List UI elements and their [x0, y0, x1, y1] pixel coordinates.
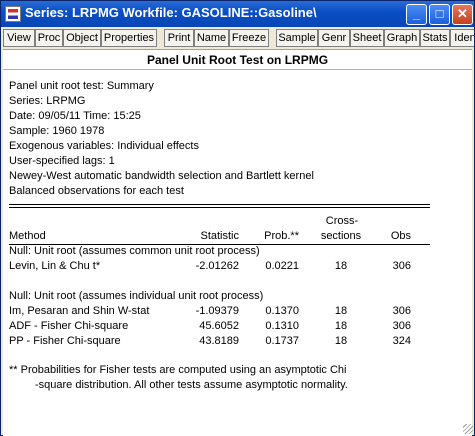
- graph-button[interactable]: Graph: [384, 29, 420, 47]
- row-prob: 0.1370: [265, 305, 299, 317]
- sample-button[interactable]: Sample: [276, 29, 318, 47]
- row-cross: 18: [334, 320, 348, 332]
- footnote-continuation: -square distribution. All other tests as…: [35, 379, 348, 391]
- window-title: Series: LRPMG Workfile: GASOLINE::Gasoli…: [25, 5, 317, 20]
- row-method: PP - Fisher Chi-square: [9, 335, 121, 347]
- header-line: Sample: 1960 1978: [9, 125, 105, 137]
- row-prob: 0.1737: [265, 335, 299, 347]
- sheet-button[interactable]: Sheet: [350, 29, 384, 47]
- ident-button[interactable]: Iden: [450, 29, 474, 47]
- stats-button[interactable]: Stats: [420, 29, 450, 47]
- table-top-rule-2: [9, 207, 430, 208]
- row-statistic: -1.09379: [195, 305, 239, 317]
- name-button[interactable]: Name: [194, 29, 229, 47]
- col-header-obs: Obs: [390, 230, 411, 242]
- col-header-cross-bottom: sections: [320, 230, 362, 242]
- col-header-method: Method: [9, 230, 46, 242]
- row-obs: 324: [392, 335, 411, 347]
- col-header-cross-top: Cross-: [325, 215, 359, 227]
- row-cross: 18: [334, 335, 348, 347]
- header-line: Panel unit root test: Summary: [9, 80, 154, 92]
- proc-button[interactable]: Proc: [35, 29, 63, 47]
- title-bar[interactable]: Series: LRPMG Workfile: GASOLINE::Gasoli…: [1, 1, 474, 27]
- object-button[interactable]: Object: [63, 29, 101, 47]
- row-statistic: -2.01262: [195, 260, 239, 272]
- header-line: Date: 09/05/11 Time: 15:25: [9, 110, 141, 122]
- view-button[interactable]: View: [3, 29, 35, 47]
- close-button[interactable]: ✕: [452, 4, 473, 25]
- col-header-statistic: Statistic: [200, 230, 239, 242]
- output-heading: Panel Unit Root Test on LRPMG: [3, 51, 472, 70]
- resize-grip[interactable]: [463, 424, 473, 434]
- row-obs: 306: [392, 260, 411, 272]
- row-method: Im, Pesaran and Shin W-stat: [9, 305, 150, 317]
- row-cross: 18: [334, 305, 348, 317]
- row-prob: 0.1310: [265, 320, 299, 332]
- minimize-button[interactable]: _: [406, 4, 427, 25]
- row-statistic: 43.8189: [199, 335, 239, 347]
- row-obs: 306: [392, 305, 411, 317]
- row-cross: 18: [334, 260, 348, 272]
- output-pane[interactable]: Panel Unit Root Test on LRPMG Panel unit…: [3, 49, 472, 436]
- print-button[interactable]: Print: [164, 29, 194, 47]
- genr-button[interactable]: Genr: [318, 29, 350, 47]
- freeze-button[interactable]: Freeze: [229, 29, 269, 47]
- header-line: Newey-West automatic bandwidth selection…: [9, 170, 314, 182]
- row-obs: 306: [392, 320, 411, 332]
- table-top-rule: [9, 204, 430, 205]
- header-line: Exogenous variables: Individual effects: [9, 140, 199, 152]
- col-header-prob: Prob.**: [264, 230, 299, 242]
- row-statistic: 45.6052: [199, 320, 239, 332]
- toolbar: View Proc Object Properties Print Name F…: [1, 28, 474, 48]
- header-line: Balanced observations for each test: [9, 185, 184, 197]
- maximize-button[interactable]: □: [429, 4, 450, 25]
- properties-button[interactable]: Properties: [101, 29, 157, 47]
- series-window-icon[interactable]: [5, 6, 21, 22]
- header-line: User-specified lags: 1: [9, 155, 115, 167]
- row-method: Levin, Lin & Chu t*: [9, 260, 101, 272]
- header-line: Series: LRPMG: [9, 95, 86, 107]
- footnote: ** Probabilities for Fisher tests are co…: [9, 364, 347, 376]
- group-label: Null: Unit root (assumes individual unit…: [9, 290, 264, 302]
- row-prob: 0.0221: [265, 260, 299, 272]
- eviews-series-window: Series: LRPMG Workfile: GASOLINE::Gasoli…: [0, 0, 475, 436]
- group-label: Null: Unit root (assumes common unit roo…: [9, 245, 260, 257]
- row-method: ADF - Fisher Chi-square: [9, 320, 129, 332]
